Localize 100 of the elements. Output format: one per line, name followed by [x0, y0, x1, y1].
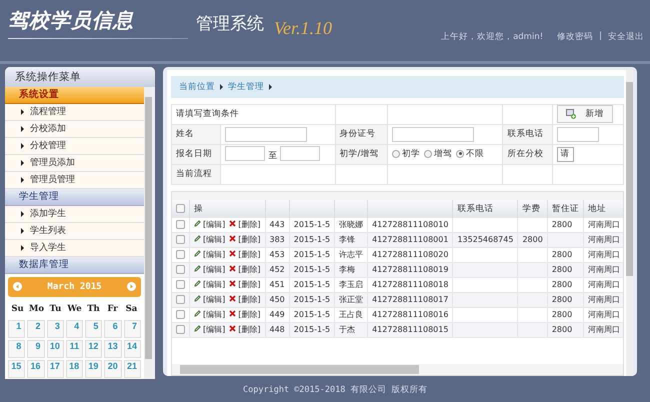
- input-field[interactable]: [556, 126, 599, 142]
- edit-link[interactable]: [编辑]: [203, 325, 226, 334]
- menu-section-header[interactable]: 系统设置: [5, 86, 144, 104]
- edit-link[interactable]: [编辑]: [203, 295, 226, 304]
- table-cell: 李玉启: [339, 280, 364, 290]
- input-field[interactable]: [392, 126, 474, 142]
- menu-section-header[interactable]: 数据库管理: [5, 256, 144, 274]
- edit-link[interactable]: [编辑]: [203, 265, 226, 274]
- weekday-label: Sa: [124, 304, 138, 314]
- checkbox[interactable]: [176, 310, 185, 320]
- delete-link[interactable]: [删除]: [238, 235, 260, 244]
- breadcrumb-link[interactable]: 当前位置: [179, 80, 215, 93]
- menu-item[interactable]: 管理员添加: [5, 154, 144, 172]
- weekday-label: Th: [86, 304, 101, 314]
- table-cell: 2800: [552, 265, 572, 274]
- table-cell: 2800: [552, 250, 572, 260]
- column-header: 学费: [522, 204, 540, 214]
- previous-month-icon[interactable]: [13, 282, 22, 292]
- header-link[interactable]: 安全退出: [608, 30, 644, 43]
- delete-link[interactable]: [删除]: [238, 265, 260, 274]
- edit-link[interactable]: [编辑]: [203, 280, 226, 290]
- table-cell: 河南周口: [588, 310, 620, 320]
- table-cell: 于杰: [339, 325, 356, 334]
- calendar-month: March 2015: [47, 282, 102, 292]
- close-icon: [229, 295, 236, 302]
- close-icon: [229, 250, 236, 258]
- delete-link[interactable]: [删除]: [238, 310, 260, 320]
- checkbox[interactable]: [176, 235, 185, 244]
- input-field[interactable]: [225, 146, 266, 162]
- input-field[interactable]: [280, 146, 320, 162]
- delete-link[interactable]: [删除]: [238, 280, 260, 290]
- table-cell: 2800: [552, 295, 572, 304]
- triangle-icon: [21, 176, 24, 183]
- menu-item[interactable]: 导入学生: [5, 240, 144, 257]
- table-cell: 2015-1-5: [294, 280, 330, 290]
- table-cell: 412728811108018: [372, 280, 448, 290]
- column-header: 操: [194, 204, 203, 214]
- menu-item[interactable]: 添加学生: [5, 206, 144, 223]
- weekday-label: We: [66, 304, 83, 314]
- menu-item[interactable]: 分校添加: [5, 120, 144, 138]
- menu-item[interactable]: 分校管理: [5, 138, 144, 155]
- input-field[interactable]: [225, 126, 308, 142]
- radio-button[interactable]: [456, 150, 464, 158]
- menu-section-header[interactable]: 学生管理: [5, 188, 144, 206]
- triangle-icon: [220, 84, 223, 90]
- add-icon: [566, 109, 576, 120]
- table-cell: 张正堂: [339, 295, 364, 304]
- radio-button[interactable]: [424, 150, 432, 158]
- field-label: 所在分校: [507, 149, 544, 160]
- table-cell: 450: [270, 295, 285, 304]
- checkbox[interactable]: [176, 204, 185, 213]
- header-link[interactable]: 修改密码: [557, 30, 594, 43]
- add-button[interactable]: 新增: [556, 105, 613, 124]
- delete-link[interactable]: [删除]: [238, 220, 260, 230]
- table-cell: 443: [270, 220, 285, 230]
- edit-link[interactable]: [编辑]: [203, 235, 226, 244]
- table-cell: 2015-1-5: [294, 325, 330, 334]
- table-cell: 449: [270, 310, 285, 320]
- next-month-icon[interactable]: [127, 282, 136, 292]
- table-cell: 13525468745: [457, 235, 514, 244]
- table-cell: 2015-1-5: [294, 250, 330, 260]
- triangle-icon: [21, 160, 24, 166]
- link-separator: |: [599, 30, 602, 43]
- select-field[interactable]: 请: [556, 146, 574, 162]
- sidebar-title: 系统操作菜单: [5, 66, 155, 87]
- radio-button[interactable]: [392, 150, 400, 158]
- radio-option[interactable]: 不限: [456, 148, 484, 160]
- table-cell: 王占良: [339, 310, 364, 320]
- table-cell: 河南周口: [588, 235, 620, 244]
- table-cell: 河南周口: [588, 280, 620, 290]
- triangle-icon: [21, 142, 24, 149]
- version-label: Ver.1.10: [274, 18, 332, 39]
- checkbox[interactable]: [176, 325, 185, 334]
- menu-item[interactable]: 流程管理: [5, 104, 144, 121]
- checkbox[interactable]: [176, 265, 185, 274]
- table-cell: 李梅: [339, 265, 356, 274]
- table-cell: 383: [270, 235, 285, 244]
- checkbox[interactable]: [176, 250, 185, 260]
- weekday-label: Tu: [48, 304, 62, 314]
- menu-item[interactable]: 学生列表: [5, 222, 144, 240]
- checkbox[interactable]: [176, 220, 185, 230]
- table-cell: 河南周口: [588, 325, 620, 334]
- breadcrumb-link[interactable]: 学生管理: [228, 80, 264, 93]
- edit-link[interactable]: [编辑]: [203, 310, 226, 320]
- column-header: 地址: [588, 204, 606, 214]
- delete-link[interactable]: [删除]: [238, 250, 260, 260]
- menu-item[interactable]: 管理员管理: [5, 172, 144, 189]
- checkbox[interactable]: [176, 295, 185, 304]
- delete-link[interactable]: [删除]: [238, 295, 260, 304]
- radio-option[interactable]: 增驾: [424, 148, 452, 160]
- table-cell: 412728811108001: [372, 235, 448, 244]
- delete-link[interactable]: [删除]: [238, 325, 260, 334]
- radio-option[interactable]: 初学: [392, 148, 420, 160]
- table-cell: 412728811108016: [372, 310, 448, 320]
- edit-link[interactable]: [编辑]: [203, 250, 226, 260]
- table-cell: 2800: [552, 325, 572, 334]
- checkbox[interactable]: [176, 280, 185, 290]
- field-label: 联系电话: [507, 129, 544, 140]
- edit-link[interactable]: [编辑]: [203, 220, 226, 230]
- table-cell: 2015-1-5: [294, 295, 330, 304]
